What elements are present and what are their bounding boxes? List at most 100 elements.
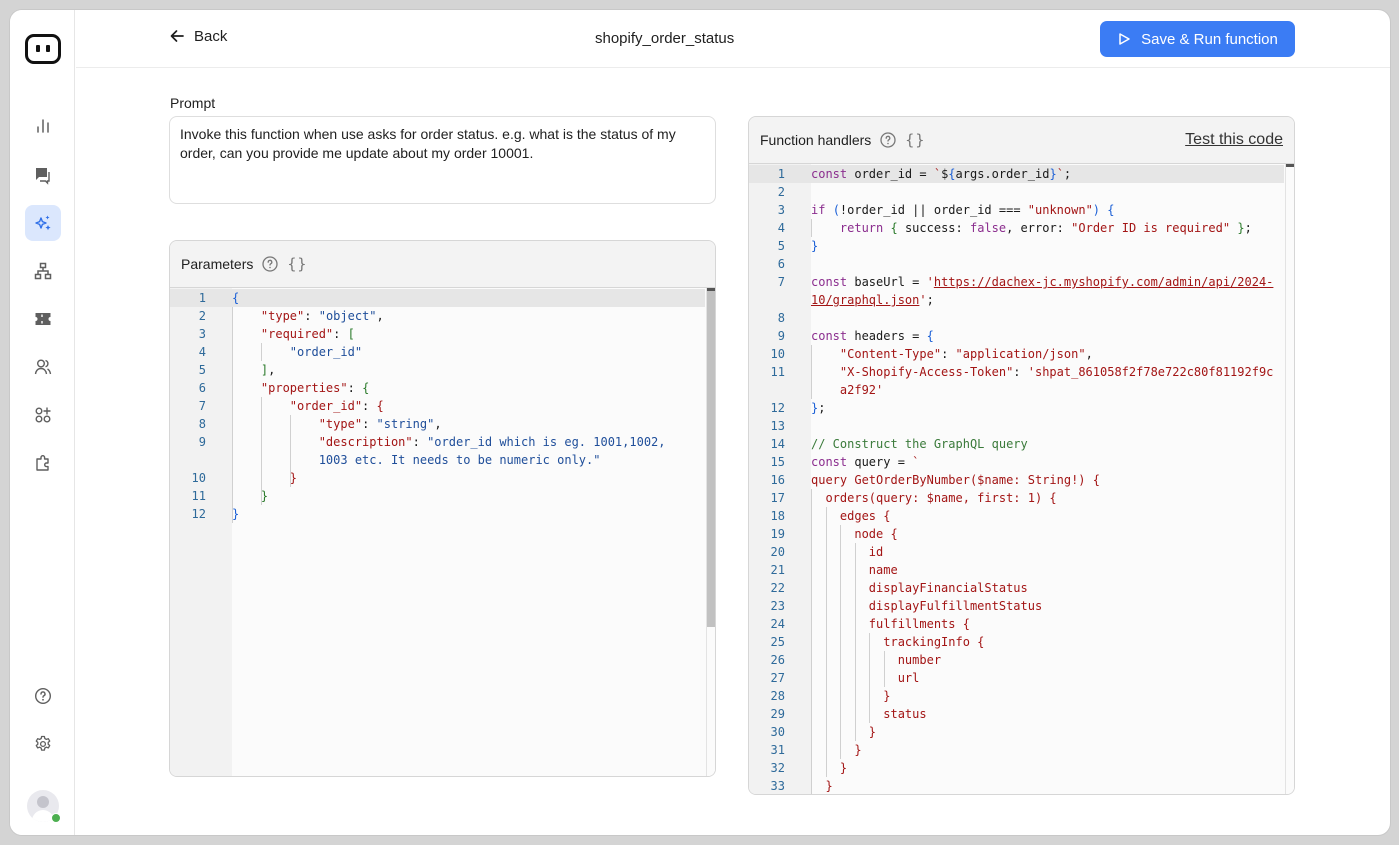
code-line: 24 fulfillments {	[770, 617, 970, 631]
function-handlers-panel: Function handlers {} Test this code 1 con…	[748, 116, 1295, 795]
code-line: 20 id	[770, 545, 884, 559]
code-line: 27 url	[770, 671, 920, 685]
code-line: 10 "Content-Type": "application/json",	[770, 347, 1093, 361]
code-line: 6 "properties": {	[198, 381, 370, 395]
code-line: 12};	[770, 401, 826, 415]
code-line: 25 trackingInfo {	[770, 635, 985, 649]
parameters-title: Parameters	[181, 256, 254, 272]
code-line: 26 number	[770, 653, 942, 667]
code-lines: 1{ 2 "type": "object", 3 "required": [ 4…	[170, 289, 705, 523]
code-line: 16 query GetOrderByNumber($name: String!)…	[770, 473, 1100, 487]
scrollbar-thumb[interactable]	[707, 291, 715, 627]
sidebar-item-integrations[interactable]	[25, 445, 61, 481]
online-status-badge	[51, 813, 61, 823]
chat-icon	[36, 168, 50, 185]
vertical-scrollbar[interactable]	[706, 288, 715, 776]
help-circle-icon[interactable]	[261, 255, 279, 273]
code-line: 2 "type": "object",	[198, 309, 384, 323]
back-button[interactable]: Back	[168, 27, 227, 45]
format-code-icon[interactable]: {}	[905, 131, 925, 149]
prompt-label: Prompt	[170, 95, 216, 111]
puzzle-icon	[36, 455, 49, 471]
avatar-head	[37, 796, 49, 808]
code-line: 11 }	[191, 489, 269, 503]
code-line: 14// Construct the GraphQL query	[770, 437, 1028, 451]
logo-icon[interactable]	[25, 34, 61, 64]
arrow-left-icon	[170, 30, 184, 42]
code-line: 23 displayFulfillmentStatus	[770, 599, 1043, 613]
vertical-scrollbar[interactable]	[1285, 164, 1294, 794]
parameters-code-editor[interactable]: 1{ 2 "type": "object", 3 "required": [ 4…	[170, 287, 715, 776]
sidebar-item-workflows[interactable]	[25, 253, 61, 289]
gear-icon	[35, 735, 51, 751]
code-line: 12}	[191, 507, 240, 521]
code-line: 4 return { success: false, error: "Order…	[777, 221, 1252, 235]
app-window: Back shopify_order_status Save & Run fun…	[10, 10, 1390, 835]
sidebar-item-settings[interactable]	[25, 726, 61, 762]
sidebar-item-ai-functions[interactable]	[25, 205, 61, 241]
code-line: 5}	[777, 239, 819, 253]
apps-add-icon	[35, 407, 51, 423]
code-line: 15 const query = `	[770, 455, 920, 469]
sidebar-item-apps[interactable]	[25, 397, 61, 433]
handlers-title: Function handlers	[760, 132, 872, 148]
back-label: Back	[194, 27, 228, 45]
top-bar: Back shopify_order_status Save & Run fun…	[76, 10, 1390, 68]
page-title: shopify_order_status	[595, 30, 735, 47]
code-line: 31 }	[770, 743, 862, 757]
code-line: 2	[777, 185, 785, 199]
code-line: 29 status	[770, 707, 927, 721]
code-line: 5 ],	[198, 363, 276, 377]
code-line: 13	[770, 419, 785, 433]
sparkles-icon	[35, 215, 51, 231]
code-lines: 1 const order_id = `${args.order_id}`; 2 …	[749, 165, 1284, 794]
code-line: 33 }	[770, 779, 833, 793]
ticket-icon	[35, 313, 51, 325]
indent-guide	[811, 345, 812, 399]
code-line: 11 "X-Shopify-Access-Token": 'shpat_8610…	[770, 365, 1274, 397]
indent-guide	[855, 543, 856, 741]
sidebar-item-analytics[interactable]	[25, 108, 61, 144]
code-line: 6	[777, 257, 785, 271]
code-line: 10 }	[191, 471, 298, 485]
code-line: 8	[777, 311, 785, 325]
code-line: 8 "type": "string",	[198, 417, 442, 431]
sidebar-item-conversations[interactable]	[25, 157, 61, 193]
play-icon	[1119, 33, 1130, 45]
sidebar-item-help[interactable]	[25, 678, 61, 714]
code-line: 3 "required": [	[198, 327, 355, 341]
handlers-code-editor[interactable]: 1 const order_id = `${args.order_id}`; 2 …	[749, 163, 1294, 794]
code-line: 3 if (!order_id || order_id === "unknown"…	[777, 203, 1115, 217]
indent-guide	[290, 415, 291, 487]
code-line: 22 displayFinancialStatus	[770, 581, 1028, 595]
code-line: 4 "order_id"	[198, 345, 363, 359]
code-line: 19 node {	[770, 527, 898, 541]
handlers-header: Function handlers {} Test this code	[749, 117, 1294, 163]
test-code-link[interactable]: Test this code	[1185, 131, 1283, 149]
parameters-header: Parameters {}	[170, 241, 715, 287]
indent-guide	[869, 633, 870, 723]
save-run-button[interactable]: Save & Run function	[1100, 21, 1295, 57]
code-line: 7 const baseUrl = 'https://dachex-jc.mysh…	[777, 275, 1274, 307]
code-line: 28 }	[770, 689, 891, 703]
prompt-input[interactable]: Invoke this function when use asks for o…	[169, 116, 716, 204]
sidebar-item-users[interactable]	[25, 349, 61, 385]
bar-chart-icon	[37, 119, 49, 133]
hierarchy-icon	[34, 262, 52, 280]
users-icon	[34, 359, 52, 375]
indent-guide	[884, 651, 885, 687]
indent-guide	[840, 525, 841, 759]
code-line: 21 name	[770, 563, 898, 577]
code-line: 30 }	[770, 725, 877, 739]
parameters-panel: Parameters {} 1{ 2 "type": "object", 3 "…	[169, 240, 716, 777]
code-line: 32 }	[770, 761, 848, 775]
format-json-icon[interactable]: {}	[287, 255, 307, 273]
code-line: 18 edges {	[770, 509, 891, 523]
code-line: 17 orders(query: $name, first: 1) {	[770, 491, 1057, 505]
indent-guide	[811, 219, 812, 237]
indent-guide	[811, 489, 812, 794]
help-circle-icon[interactable]	[879, 131, 897, 149]
save-run-label: Save & Run function	[1141, 30, 1278, 48]
code-line: 7 "order_id": {	[198, 399, 384, 413]
sidebar-item-tickets[interactable]	[25, 301, 61, 337]
